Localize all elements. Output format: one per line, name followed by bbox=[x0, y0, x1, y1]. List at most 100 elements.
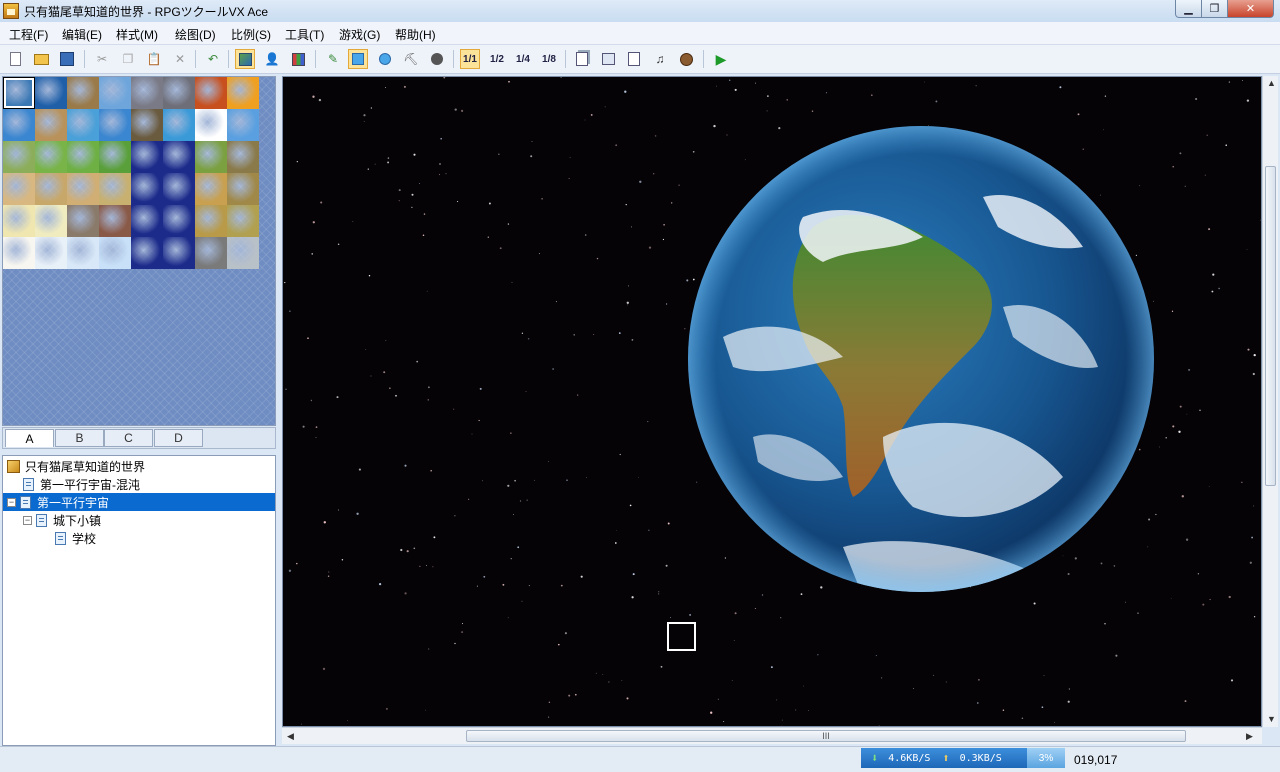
character-generator-button[interactable] bbox=[676, 49, 696, 69]
tree-item-map[interactable]: 第一平行宇宙-混沌 bbox=[3, 475, 275, 493]
tile[interactable] bbox=[227, 77, 259, 109]
tree-item-map[interactable]: − 城下小镇 bbox=[3, 511, 275, 529]
zoom-1-1-button[interactable]: 1/1 bbox=[460, 49, 480, 69]
event-layer-button[interactable]: 👤 bbox=[262, 49, 282, 69]
tile[interactable] bbox=[163, 237, 195, 269]
tile[interactable] bbox=[131, 173, 163, 205]
tab-a[interactable]: A bbox=[5, 429, 54, 447]
tree-item-map[interactable]: 学校 bbox=[3, 529, 275, 547]
tile[interactable] bbox=[195, 109, 227, 141]
menu-draw[interactable]: 绘图(D) bbox=[175, 26, 216, 43]
tile[interactable] bbox=[67, 205, 99, 237]
tile[interactable] bbox=[35, 109, 67, 141]
tile[interactable] bbox=[131, 141, 163, 173]
tile[interactable] bbox=[3, 109, 35, 141]
tile[interactable] bbox=[67, 141, 99, 173]
tile[interactable] bbox=[131, 109, 163, 141]
tile[interactable] bbox=[67, 109, 99, 141]
menu-mode[interactable]: 样式(M) bbox=[116, 26, 158, 43]
tile[interactable] bbox=[227, 109, 259, 141]
cut-button[interactable]: ✂ bbox=[92, 49, 112, 69]
vertical-scroll-thumb[interactable] bbox=[1265, 166, 1276, 486]
close-button[interactable]: ✕ bbox=[1227, 0, 1274, 18]
tile[interactable] bbox=[227, 237, 259, 269]
menu-tools[interactable]: 工具(T) bbox=[285, 26, 324, 43]
scroll-right-icon[interactable]: ▶ bbox=[1246, 731, 1253, 742]
tile[interactable] bbox=[163, 205, 195, 237]
horizontal-scroll-thumb[interactable]: III bbox=[466, 730, 1186, 742]
tile[interactable] bbox=[99, 237, 131, 269]
tile[interactable] bbox=[163, 109, 195, 141]
tileset-palette[interactable] bbox=[2, 76, 276, 426]
menu-scale[interactable]: 比例(S) bbox=[231, 26, 271, 43]
tile[interactable] bbox=[99, 173, 131, 205]
scroll-down-icon[interactable]: ▼ bbox=[1267, 714, 1276, 724]
minimize-button[interactable]: ▁ bbox=[1175, 0, 1202, 18]
paste-button[interactable]: 📋 bbox=[144, 49, 164, 69]
tile[interactable] bbox=[195, 173, 227, 205]
playtest-button[interactable]: ▶ bbox=[711, 49, 731, 69]
tile[interactable] bbox=[163, 77, 195, 109]
undo-button[interactable]: ↶ bbox=[203, 49, 223, 69]
fill-button[interactable]: ⛏ bbox=[401, 49, 421, 69]
tile[interactable] bbox=[131, 205, 163, 237]
tile[interactable] bbox=[195, 77, 227, 109]
menu-game[interactable]: 游戏(G) bbox=[339, 26, 380, 43]
ellipse-button[interactable] bbox=[375, 49, 395, 69]
collapse-toggle[interactable]: − bbox=[23, 515, 32, 525]
tab-c[interactable]: C bbox=[104, 429, 153, 447]
tile[interactable] bbox=[131, 77, 163, 109]
tile[interactable] bbox=[35, 77, 67, 109]
rectangle-button[interactable] bbox=[348, 49, 368, 69]
tile[interactable] bbox=[99, 77, 131, 109]
tile[interactable] bbox=[195, 141, 227, 173]
scroll-up-icon[interactable]: ▲ bbox=[1267, 78, 1276, 88]
zoom-1-4-button[interactable]: 1/4 bbox=[513, 49, 533, 69]
tile[interactable] bbox=[35, 141, 67, 173]
resource-manager-button[interactable] bbox=[598, 49, 618, 69]
open-project-button[interactable] bbox=[31, 49, 51, 69]
scroll-left-icon[interactable]: ◀ bbox=[287, 731, 294, 742]
zoom-1-8-button[interactable]: 1/8 bbox=[539, 49, 559, 69]
tile[interactable] bbox=[3, 173, 35, 205]
tree-item-map-selected[interactable]: − 第一平行宇宙 bbox=[3, 493, 275, 511]
vertical-scrollbar[interactable]: ▲ ▼ bbox=[1262, 76, 1278, 727]
tile[interactable] bbox=[227, 173, 259, 205]
tile-grid[interactable] bbox=[3, 77, 259, 269]
menu-help[interactable]: 帮助(H) bbox=[395, 26, 436, 43]
delete-button[interactable]: ✕ bbox=[170, 49, 190, 69]
tile[interactable] bbox=[67, 237, 99, 269]
horizontal-scrollbar[interactable]: ◀ III ▶ bbox=[282, 727, 1262, 744]
sound-test-button[interactable]: ♫ bbox=[650, 49, 670, 69]
new-project-button[interactable] bbox=[5, 49, 25, 69]
tab-d[interactable]: D bbox=[154, 429, 203, 447]
copy-button[interactable]: ❐ bbox=[118, 49, 138, 69]
map-canvas[interactable] bbox=[282, 76, 1262, 727]
tile[interactable] bbox=[35, 173, 67, 205]
shadow-pen-button[interactable] bbox=[427, 49, 447, 69]
maximize-button[interactable]: ❐ bbox=[1201, 0, 1228, 18]
tile[interactable] bbox=[67, 77, 99, 109]
tile[interactable] bbox=[163, 173, 195, 205]
collapse-toggle[interactable]: − bbox=[7, 497, 16, 507]
tile[interactable] bbox=[3, 141, 35, 173]
tree-item-project[interactable]: 只有猫尾草知道的世界 bbox=[3, 457, 275, 475]
tile[interactable] bbox=[3, 77, 35, 109]
tile[interactable] bbox=[67, 173, 99, 205]
tab-b[interactable]: B bbox=[55, 429, 104, 447]
map-layer-button[interactable] bbox=[235, 49, 255, 69]
save-project-button[interactable] bbox=[57, 49, 77, 69]
tile[interactable] bbox=[35, 237, 67, 269]
region-layer-button[interactable] bbox=[288, 49, 308, 69]
menu-edit[interactable]: 编辑(E) bbox=[62, 26, 102, 43]
tile[interactable] bbox=[195, 237, 227, 269]
menu-project[interactable]: 工程(F) bbox=[9, 26, 48, 43]
tile[interactable] bbox=[99, 109, 131, 141]
tile[interactable] bbox=[3, 237, 35, 269]
tile[interactable] bbox=[227, 141, 259, 173]
tile[interactable] bbox=[131, 237, 163, 269]
pencil-button[interactable]: ✎ bbox=[323, 49, 343, 69]
tile[interactable] bbox=[195, 205, 227, 237]
tile[interactable] bbox=[3, 205, 35, 237]
tile[interactable] bbox=[99, 141, 131, 173]
